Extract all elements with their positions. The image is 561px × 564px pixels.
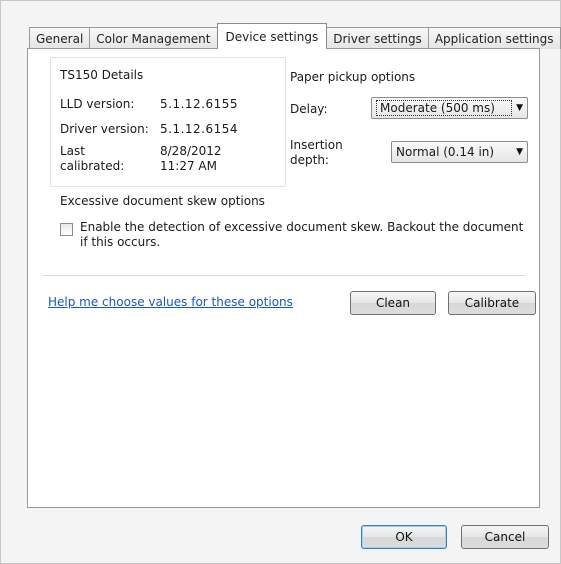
insertion-depth-label: Insertion depth: bbox=[290, 138, 343, 167]
printer-properties-window: General Color Management Device settings… bbox=[0, 0, 561, 564]
tab-label: Driver settings bbox=[333, 31, 422, 46]
tab-driver-settings[interactable]: Driver settings bbox=[326, 27, 429, 49]
details-title: TS150 Details bbox=[60, 68, 144, 82]
delay-select[interactable]: Moderate (500 ms) ▼ bbox=[371, 97, 528, 119]
tab-bar: General Color Management Device settings… bbox=[29, 23, 561, 49]
skew-detection-label[interactable]: Enable the detection of excessive docume… bbox=[80, 220, 530, 250]
cancel-button-label: Cancel bbox=[484, 530, 526, 544]
driver-version-value: 5.1.12.6154 bbox=[160, 122, 239, 136]
clean-button[interactable]: Clean bbox=[350, 291, 436, 315]
lld-version-label: LLD version: bbox=[60, 97, 135, 111]
chevron-down-icon: ▼ bbox=[516, 103, 523, 113]
calibrate-button-label: Calibrate bbox=[464, 296, 520, 310]
ok-button[interactable]: OK bbox=[361, 525, 447, 549]
last-calibrated-label: Last calibrated: bbox=[60, 144, 125, 173]
separator bbox=[42, 275, 526, 276]
tab-label: Application settings bbox=[434, 31, 554, 46]
clean-button-label: Clean bbox=[375, 296, 411, 310]
calibrate-button[interactable]: Calibrate bbox=[448, 291, 536, 315]
tab-color-management[interactable]: Color Management bbox=[89, 27, 218, 49]
tab-general[interactable]: General bbox=[29, 27, 91, 49]
help-choose-values-link[interactable]: Help me choose values for these options bbox=[48, 295, 293, 309]
delay-label: Delay: bbox=[290, 102, 328, 116]
insertion-depth-select[interactable]: Normal (0.14 in) ▼ bbox=[391, 141, 528, 163]
cancel-button[interactable]: Cancel bbox=[461, 525, 549, 549]
driver-version-label: Driver version: bbox=[60, 122, 149, 136]
tab-device-settings[interactable]: Device settings bbox=[216, 23, 328, 49]
skew-title: Excessive document skew options bbox=[60, 194, 265, 208]
lld-version-value: 5.1.12.6155 bbox=[160, 97, 239, 111]
skew-detection-checkbox[interactable] bbox=[60, 223, 73, 236]
tab-label: General bbox=[36, 31, 84, 46]
chevron-down-icon: ▼ bbox=[516, 147, 523, 157]
insertion-depth-selected-value: Normal (0.14 in) bbox=[396, 145, 495, 159]
last-calibrated-value: 8/28/2012 11:27 AM bbox=[160, 144, 222, 173]
pickup-title: Paper pickup options bbox=[290, 70, 416, 84]
device-settings-panel: TS150 Details LLD version: 5.1.12.6155 D… bbox=[27, 48, 540, 508]
tab-label: Device settings bbox=[225, 29, 319, 44]
ok-button-label: OK bbox=[395, 530, 413, 544]
tab-label: Color Management bbox=[96, 31, 211, 46]
tab-application-settings[interactable]: Application settings bbox=[427, 27, 561, 49]
delay-selected-value: Moderate (500 ms) bbox=[376, 100, 513, 116]
